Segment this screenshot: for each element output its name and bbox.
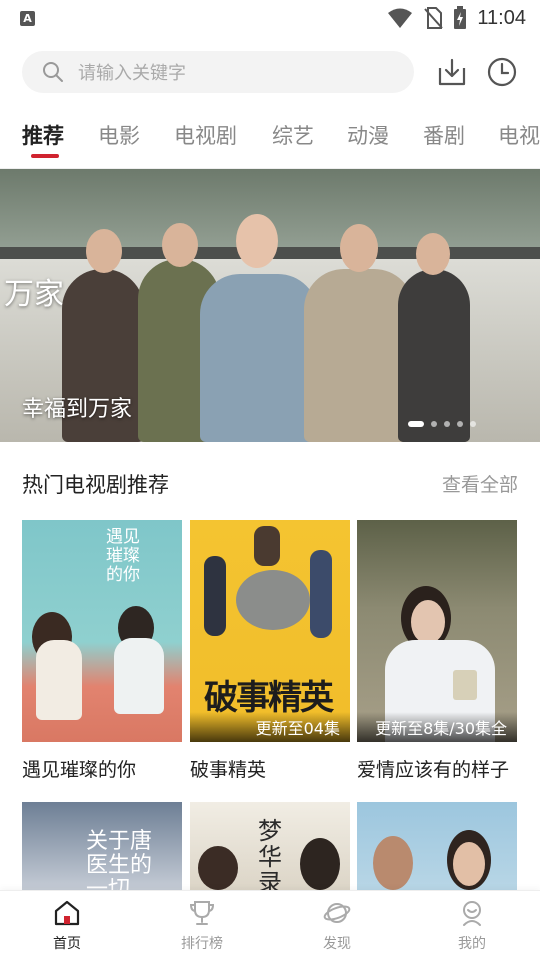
app-notification-icon: A [20,11,35,26]
planet-icon [323,903,351,923]
drama-card[interactable]: 关于唐医生的一切 [22,802,182,890]
no-sim-icon [424,7,444,29]
poster-image: 破事精英 更新至04集 [190,520,350,742]
carousel-dot [457,421,463,427]
card-title: 破事精英 [190,759,267,781]
drama-card[interactable]: 梦华录 [190,802,350,890]
clock-time: 11:04 [477,6,526,29]
poster-image: 遇见璀璨的你 [22,520,182,742]
poster-title-art: 关于唐医生的一切 [86,829,153,891]
poster-title-art: 梦华录 [258,817,282,890]
tab-tv[interactable]: 电视 [498,120,540,150]
banner-title: 幸福到万家 [22,397,133,422]
tab-movie[interactable]: 电影 [98,120,140,150]
nav-discover[interactable]: 发现 [297,899,377,953]
nav-profile[interactable]: 我的 [432,899,512,953]
wifi-icon [388,8,413,28]
user-icon [463,901,481,926]
tab-variety[interactable]: 综艺 [272,120,314,150]
bottom-navigation: 首页 排行榜 发现 我的 [0,890,540,960]
card-title: 爱情应该有的样子 [357,759,510,781]
history-clock-icon[interactable] [486,56,518,88]
download-icon[interactable] [436,56,468,88]
search-placeholder: 请输入关键字 [78,63,186,84]
tab-anime[interactable]: 动漫 [347,120,389,150]
episode-badge: 更新至04集 [190,712,350,742]
tab-bangumi[interactable]: 番剧 [423,120,465,150]
nav-ranking[interactable]: 排行榜 [162,899,242,953]
tab-tv-series[interactable]: 电视剧 [174,120,237,150]
search-icon [43,62,63,82]
battery-charging-icon [454,6,467,29]
view-all-link[interactable]: 查看全部 [442,470,518,497]
drama-card[interactable] [357,802,517,890]
carousel-dot [470,421,476,427]
carousel-indicator [408,421,476,427]
nav-label: 首页 [53,936,81,952]
nav-label: 发现 [323,936,351,952]
category-tabs: 推荐 电影 电视剧 综艺 动漫 番剧 电视 [0,112,540,164]
episode-badge: 更新至8集/30集全 [357,712,517,742]
search-input[interactable]: 请输入关键字 [22,51,414,93]
nav-label: 排行榜 [181,936,223,952]
banner-carousel[interactable]: 万家 幸福到万家 [0,169,540,442]
trophy-icon [189,901,215,925]
card-title: 遇见璀璨的你 [22,759,137,781]
nav-label: 我的 [458,936,486,952]
home-icon [54,900,80,926]
active-tab-indicator [31,154,59,158]
status-bar: A 11:04 [0,0,540,36]
section-title: 热门电视剧推荐 [22,473,169,497]
drama-card[interactable]: 更新至8集/30集全 爱情应该有的样子 [357,520,517,782]
carousel-dot [408,421,424,427]
drama-card[interactable]: 遇见璀璨的你 遇见璀璨的你 [22,520,182,782]
poster-title-art: 遇见璀璨的你 [106,527,140,585]
drama-card[interactable]: 破事精英 更新至04集 破事精英 [190,520,350,782]
banner-logo: 万家 [4,277,64,312]
carousel-dot [444,421,450,427]
poster-image: 更新至8集/30集全 [357,520,517,742]
nav-home[interactable]: 首页 [27,899,107,953]
tab-recommend[interactable]: 推荐 [22,120,64,150]
carousel-dot [431,421,437,427]
